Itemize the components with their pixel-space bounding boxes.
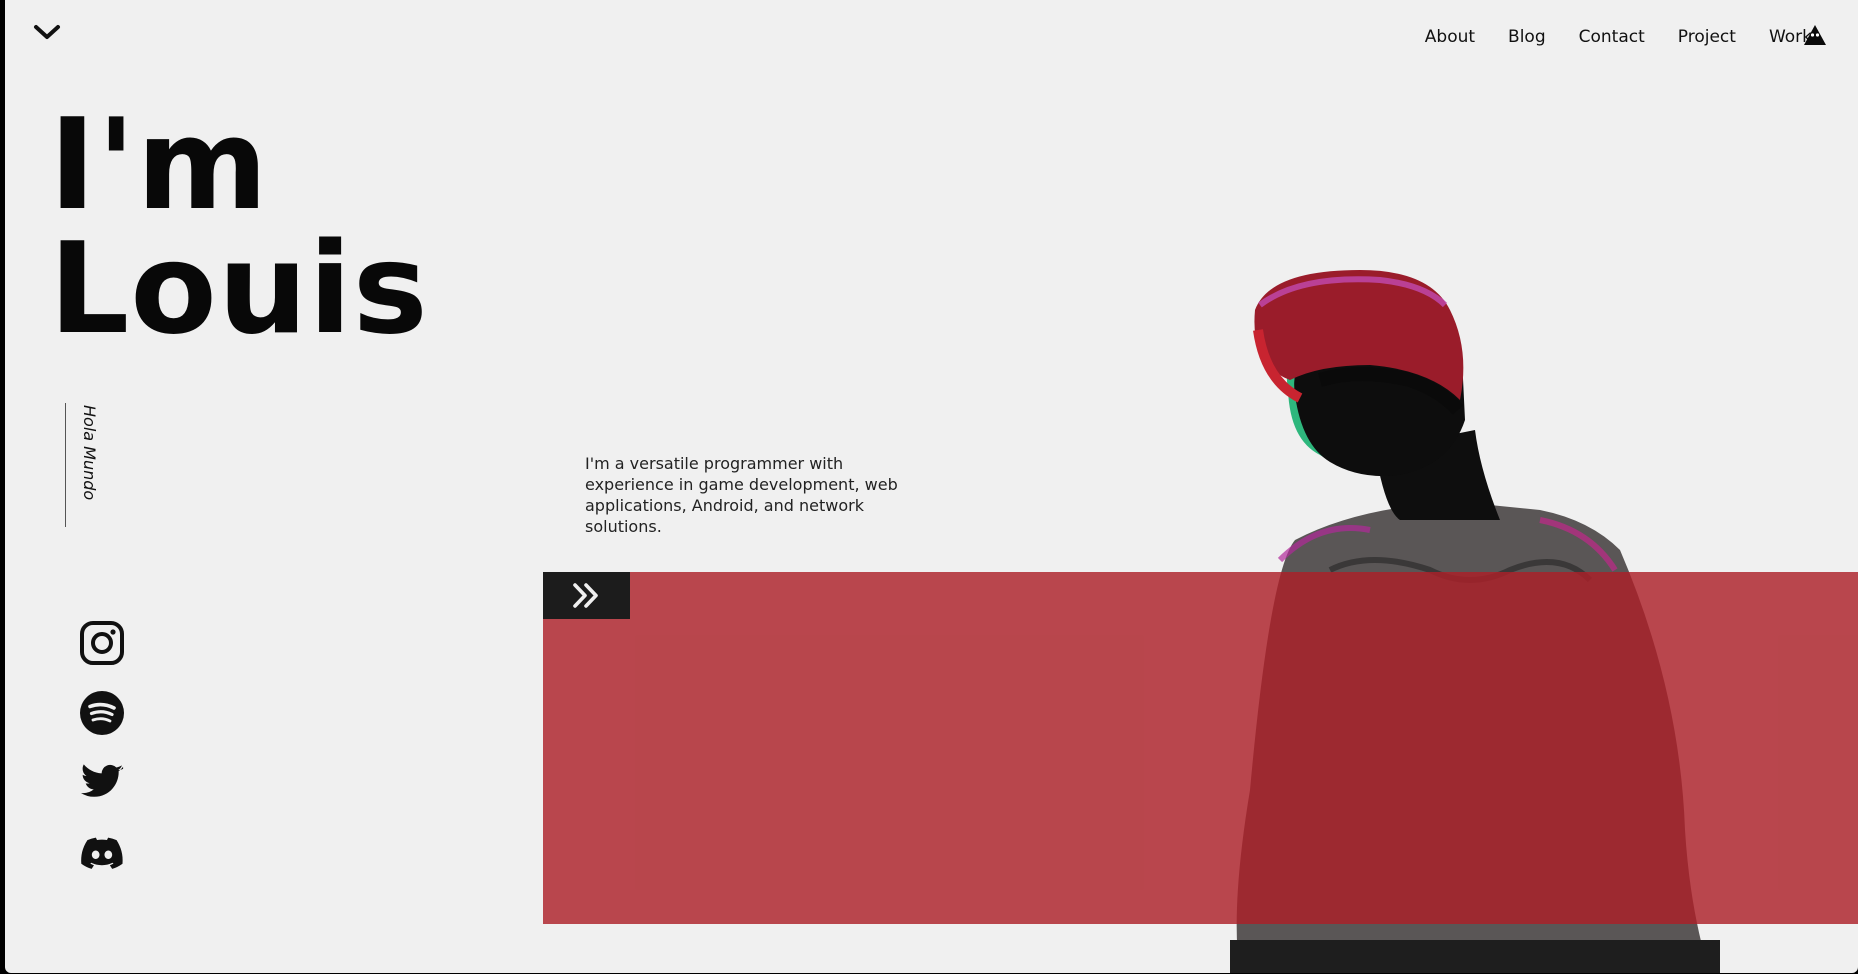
hero-title: I'm Louis [49, 91, 429, 362]
hero-title-line1: I'm [49, 91, 269, 238]
triangle-logo-icon [1803, 24, 1827, 46]
chevron-down-icon[interactable] [30, 18, 64, 44]
nav-project[interactable]: Project [1678, 27, 1736, 47]
nav-about[interactable]: About [1425, 27, 1475, 47]
nav-contact[interactable]: Contact [1579, 27, 1645, 47]
tagline-divider [65, 403, 66, 527]
tagline: Hola Mundo [80, 405, 99, 501]
double-chevron-right-icon[interactable] [543, 572, 630, 619]
social-links [79, 620, 125, 876]
discord-icon[interactable] [79, 830, 125, 876]
accent-band [543, 572, 1858, 924]
instagram-icon[interactable] [79, 620, 125, 666]
intro-text: I'm a versatile programmer with experien… [585, 454, 898, 536]
hero-title-line2: Louis [49, 215, 429, 362]
twitter-icon[interactable] [79, 760, 125, 806]
nav-blog[interactable]: Blog [1508, 27, 1546, 47]
spotify-icon[interactable] [79, 690, 125, 736]
page: About Blog Contact Project Work I'm Loui… [5, 0, 1858, 973]
main-nav: About Blog Contact Project Work [1425, 27, 1812, 47]
